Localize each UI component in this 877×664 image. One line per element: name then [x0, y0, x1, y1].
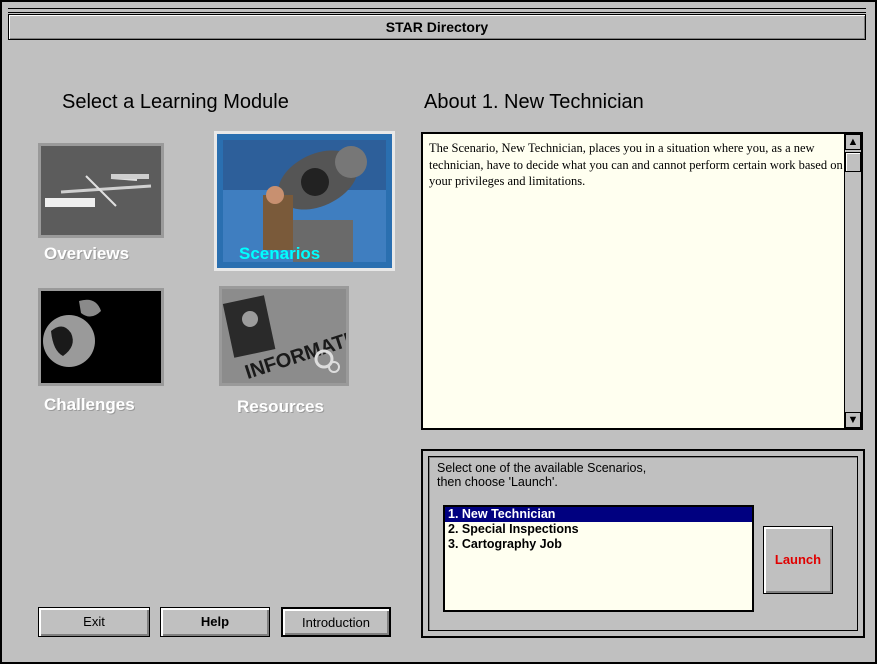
module-scenarios[interactable]: Scenarios — [214, 131, 395, 271]
scroll-thumb[interactable] — [845, 152, 861, 172]
scroll-down-arrow-icon[interactable]: ▼ — [845, 412, 861, 428]
description-scrollbar[interactable]: ▲ ▼ — [844, 134, 861, 428]
scenario-listbox[interactable]: 1. New Technician 2. Special Inspections… — [443, 505, 754, 612]
information-resource-icon: INFORMATION — [219, 286, 349, 386]
select-prompt-line1: Select one of the available Scenarios, — [437, 461, 647, 475]
description-textbox[interactable]: The Scenario, New Technician, places you… — [421, 132, 863, 430]
module-challenges[interactable]: Challenges — [38, 288, 164, 418]
about-heading: About 1. New Technician — [424, 91, 644, 113]
help-button[interactable]: Help — [160, 607, 270, 637]
launch-button[interactable]: Launch — [763, 526, 833, 594]
globe-challenge-icon — [38, 288, 164, 386]
module-overviews[interactable]: Overviews — [38, 143, 164, 265]
module-label-scenarios: Scenarios — [239, 244, 321, 263]
list-item[interactable]: 3. Cartography Job — [445, 537, 752, 552]
module-label-challenges: Challenges — [44, 395, 135, 414]
list-item[interactable]: 2. Special Inspections — [445, 522, 752, 537]
module-label-resources: Resources — [237, 397, 324, 416]
module-heading: Select a Learning Module — [62, 91, 289, 113]
scenario-select-panel: Select one of the available Scenarios, t… — [421, 449, 865, 638]
exit-button[interactable]: Exit — [38, 607, 150, 637]
title-rule — [8, 8, 866, 13]
module-resources[interactable]: INFORMATION Resources — [219, 286, 349, 418]
introduction-button[interactable]: Introduction — [281, 607, 391, 637]
select-prompt-line2: then choose 'Launch'. — [437, 475, 558, 489]
airplane-overview-icon — [38, 143, 164, 238]
description-text: The Scenario, New Technician, places you… — [429, 141, 843, 188]
title-bar: STAR Directory — [8, 14, 866, 40]
scroll-up-arrow-icon[interactable]: ▲ — [845, 134, 861, 150]
module-label-overviews: Overviews — [44, 244, 130, 263]
list-item[interactable]: 1. New Technician — [445, 507, 752, 522]
select-prompt: Select one of the available Scenarios, t… — [437, 461, 797, 489]
window-title: STAR Directory — [385, 19, 489, 35]
